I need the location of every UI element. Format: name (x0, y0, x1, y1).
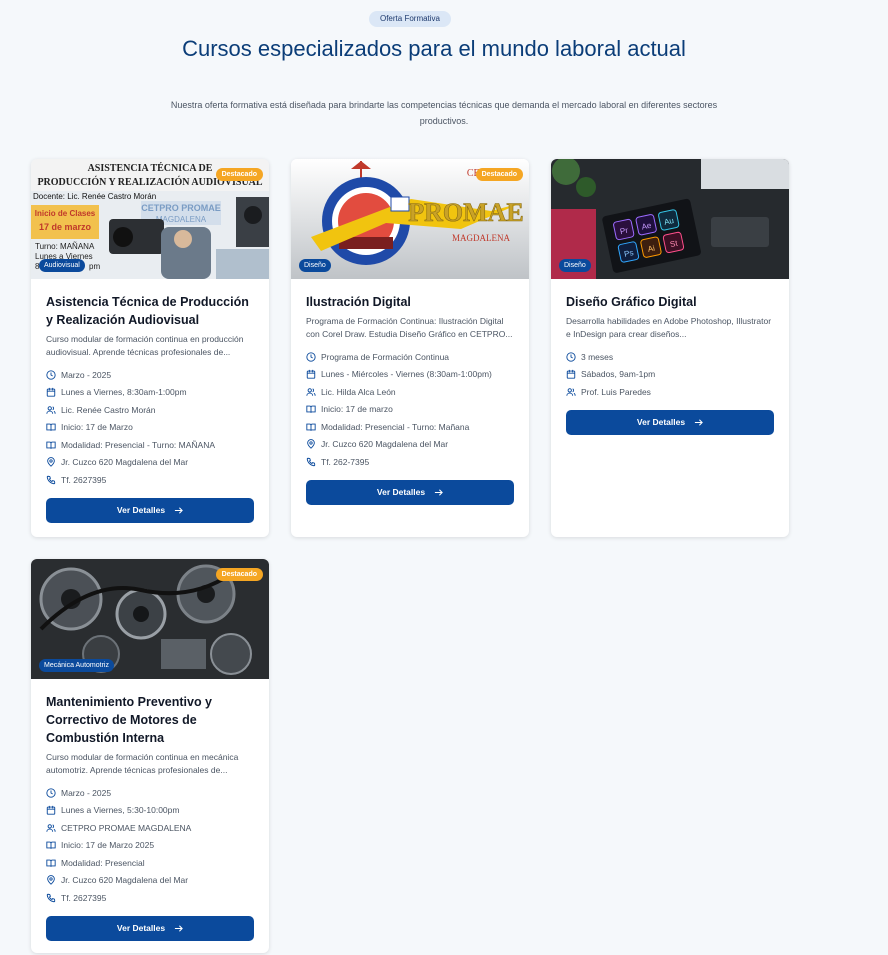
featured-badge: Destacado (475, 168, 523, 181)
course-title: Ilustración Digital (306, 295, 411, 309)
category-badge: Diseño (559, 259, 591, 272)
calendar-icon (46, 806, 56, 815)
info-row-period: Marzo - 2025 (46, 784, 254, 802)
info-row-start: Inicio: 17 de marzo (306, 401, 514, 419)
info-row-teacher: Prof. Luis Paredes (566, 383, 774, 401)
book-icon (46, 859, 56, 867)
map-pin-icon (47, 875, 55, 886)
info-row-modality: Modalidad: Presencial - Turno: Mañana (306, 418, 514, 436)
course-title: Mantenimiento Preventivo y Correctivo de… (46, 695, 213, 745)
svg-text:17 de marzo: 17 de marzo (39, 222, 92, 232)
arrow-right-icon (694, 418, 703, 426)
view-details-button[interactable]: Ver Detalles (46, 497, 254, 523)
info-row-teacher: CETPRO PROMAE MAGDALENA (46, 819, 254, 837)
info-row-start: Inicio: 17 de Marzo (46, 419, 254, 437)
view-details-button[interactable]: Ver Detalles (566, 409, 774, 435)
info-row-program: Programa de Formación Continua (306, 348, 514, 366)
svg-text:PROMAE: PROMAE (408, 198, 524, 227)
info-row-schedule: Lunes - Miércoles - Viernes (8:30am-1:00… (306, 366, 514, 384)
users-icon (46, 823, 56, 832)
info-row-address: Jr. Cuzco 620 Magdalena del Mar (46, 872, 254, 890)
svg-text:ASISTENCIA TÉCNICA DE: ASISTENCIA TÉCNICA DE (88, 162, 213, 174)
category-badge: Audiovisual (39, 259, 85, 272)
phone-icon (46, 893, 56, 902)
course-card: ASISTENCIA TÉCNICA DE PRODUCCIÓN Y REALI… (31, 159, 269, 537)
info-row-start: Inicio: 17 de Marzo 2025 (46, 837, 254, 855)
course-description: Curso modular de formación continua en p… (46, 334, 244, 357)
featured-badge: Destacado (215, 568, 263, 581)
info-row-modality: Modalidad: Presencial (46, 854, 254, 872)
clock-icon (46, 370, 56, 380)
category-badge: Diseño (299, 259, 331, 272)
course-description: Desarrolla habilidades en Adobe Photosho… (566, 316, 772, 339)
phone-icon (306, 457, 316, 466)
svg-text:Inicio de Clases: Inicio de Clases (35, 209, 96, 218)
page-title: Cursos especializados para el mundo labo… (182, 36, 686, 61)
book-icon (306, 405, 316, 414)
book-icon (46, 423, 56, 432)
arrow-right-icon (434, 488, 443, 496)
info-row-duration: 3 meses (566, 348, 774, 366)
course-title: Diseño Gráfico Digital (566, 295, 697, 309)
course-description: Curso modular de formación continua en m… (46, 752, 239, 775)
course-image: ASISTENCIA TÉCNICA DE PRODUCCIÓN Y REALI… (31, 159, 269, 279)
course-description: Programa de Formación Continua: Ilustrac… (306, 316, 513, 339)
svg-text:CETPRO PROMAE: CETPRO PROMAE (141, 203, 221, 213)
course-image: Destacado Mecánica Automotriz (31, 559, 269, 679)
book-icon (46, 441, 56, 449)
page-subtitle: Nuestra oferta formativa está diseñada p… (170, 100, 718, 126)
clock-icon (566, 352, 576, 362)
course-title: Asistencia Técnica de Producción y Reali… (46, 295, 249, 327)
view-details-button[interactable]: Ver Detalles (46, 915, 254, 941)
info-row-phone: Tf. 2627395 (46, 471, 254, 489)
info-row-teacher: Lic. Renée Castro Morán (46, 401, 254, 419)
course-image: Pr Ae Au Ps Ai St Diseño (551, 159, 789, 279)
calendar-icon (306, 370, 316, 379)
clock-icon (306, 352, 316, 362)
course-info-list: Programa de Formación Continua Lunes - M… (306, 348, 514, 471)
users-icon (46, 405, 56, 414)
book-icon (46, 841, 56, 850)
info-row-teacher: Lic. Hilda Alca León (306, 383, 514, 401)
view-details-button[interactable]: Ver Detalles (306, 479, 514, 505)
course-info-list: Marzo - 2025 Lunes a Viernes, 8:30am-1:0… (46, 366, 254, 489)
info-row-schedule: Lunes a Viernes, 8:30am-1:00pm (46, 384, 254, 402)
arrow-right-icon (174, 924, 183, 932)
calendar-icon (566, 370, 576, 379)
info-row-schedule: Sábados, 9am-1pm (566, 366, 774, 384)
map-pin-icon (307, 439, 315, 450)
users-icon (566, 387, 576, 396)
svg-text:MAGDALENA: MAGDALENA (452, 233, 510, 243)
course-info-list: Marzo - 2025 Lunes a Viernes, 5:30-10:00… (46, 784, 254, 907)
clock-icon (46, 788, 56, 798)
users-icon (306, 387, 316, 396)
course-card: Destacado Mecánica Automotriz Mantenimie… (31, 559, 269, 953)
course-info-list: 3 meses Sábados, 9am-1pm Prof. Luis Pare… (566, 348, 774, 401)
info-row-address: Jr. Cuzco 620 Magdalena del Mar (46, 454, 254, 472)
course-card: Pr Ae Au Ps Ai St Diseño Diseño Gráfico … (551, 159, 789, 537)
svg-text:Turno: MAÑANA: Turno: MAÑANA (35, 242, 95, 251)
svg-text:Ps: Ps (623, 248, 634, 259)
info-row-modality: Modalidad: Presencial - Turno: MAÑANA (46, 436, 254, 454)
info-row-schedule: Lunes a Viernes, 5:30-10:00pm (46, 802, 254, 820)
map-pin-icon (47, 457, 55, 468)
info-row-period: Marzo - 2025 (46, 366, 254, 384)
info-row-address: Jr. Cuzco 620 Magdalena del Mar (306, 436, 514, 454)
featured-badge: Destacado (215, 168, 263, 181)
course-card: CETPRO PROMAE MAGDALENA Destacado Diseño… (291, 159, 529, 537)
category-badge: Mecánica Automotriz (39, 659, 114, 672)
book-icon (306, 423, 316, 431)
course-image: CETPRO PROMAE MAGDALENA Destacado Diseño (291, 159, 529, 279)
arrow-right-icon (174, 506, 183, 514)
svg-text:pm: pm (89, 262, 100, 271)
section-badge: Oferta Formativa (369, 11, 451, 27)
phone-icon (46, 475, 56, 484)
info-row-phone: Tf. 2627395 (46, 889, 254, 907)
svg-text:Docente: Lic. Renée Castro Mor: Docente: Lic. Renée Castro Morán (33, 192, 156, 201)
info-row-phone: Tf. 262-7395 (306, 453, 514, 471)
calendar-icon (46, 388, 56, 397)
